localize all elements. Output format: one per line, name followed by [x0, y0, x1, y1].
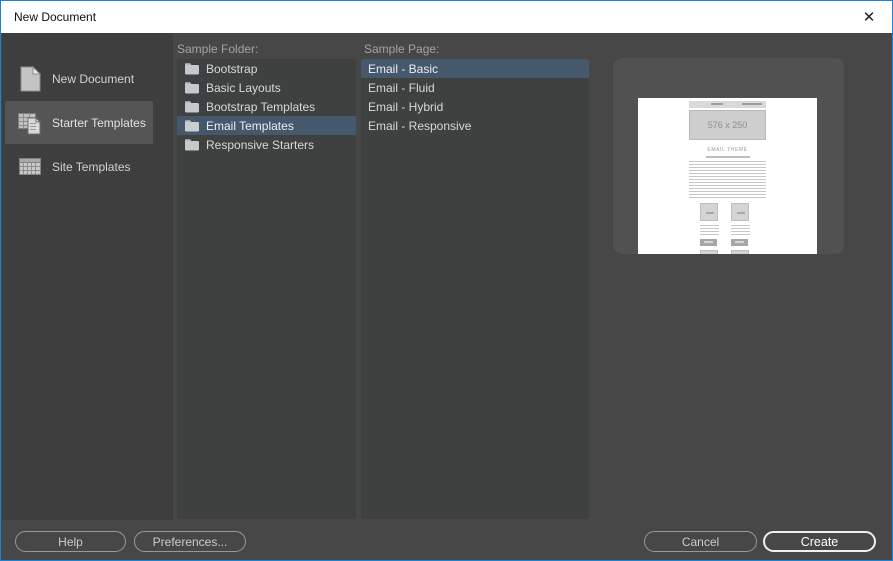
folder-row-label: Bootstrap [206, 62, 257, 76]
thumb-size-blob [737, 212, 745, 214]
thumb-button-text-blob [735, 241, 744, 243]
folder-row-responsive-starters[interactable]: Responsive Starters [177, 135, 356, 154]
page-row-email-responsive[interactable]: Email - Responsive [361, 116, 589, 135]
folder-icon [184, 138, 199, 151]
sidebar-item-label: Starter Templates [52, 116, 146, 130]
folder-row-basic-layouts[interactable]: Basic Layouts [177, 78, 356, 97]
page-row-label: Email - Fluid [368, 81, 435, 95]
starter-templates-icon [17, 109, 44, 137]
sidebar-item-site-templates[interactable]: Site Templates [5, 145, 153, 188]
thumb-image-placeholder [700, 250, 718, 254]
folder-row-label: Basic Layouts [206, 81, 281, 95]
folder-icon [184, 81, 199, 94]
sidebar-item-starter-templates[interactable]: Starter Templates [5, 101, 153, 144]
thumb-caption-lines [731, 225, 750, 237]
titlebar: New Document ✕ [1, 1, 892, 33]
thumb-link-blob [742, 103, 762, 105]
sidebar-item-label: New Document [52, 72, 134, 86]
folder-row-email-templates[interactable]: Email Templates [177, 116, 356, 135]
page-row-email-basic[interactable]: Email - Basic [361, 59, 589, 78]
template-preview-panel: 576 x 250 EMAIL THEME [613, 58, 844, 254]
close-icon[interactable]: ✕ [846, 1, 892, 33]
sample-folder-label: Sample Folder: [177, 42, 258, 56]
cancel-button[interactable]: Cancel [644, 531, 757, 552]
page-row-label: Email - Hybrid [368, 100, 443, 114]
thumb-logo-blob [711, 103, 723, 105]
page-row-email-fluid[interactable]: Email - Fluid [361, 78, 589, 97]
thumb-tagline-blob [706, 156, 750, 158]
sample-page-label: Sample Page: [364, 42, 439, 56]
thumb-read-more-button [700, 239, 717, 246]
thumb-hero-placeholder: 576 x 250 [689, 110, 766, 140]
folder-icon [184, 119, 199, 132]
thumb-image-placeholder [731, 203, 749, 221]
email-preview-thumbnail: 576 x 250 EMAIL THEME [638, 98, 817, 254]
thumb-paragraph-lines [689, 161, 766, 199]
sidebar-item-label: Site Templates [52, 160, 131, 174]
thumb-image-placeholder [700, 203, 718, 221]
page-row-label: Email - Responsive [368, 119, 471, 133]
page-row-label: Email - Basic [368, 62, 438, 76]
thumb-header-bar [689, 101, 766, 108]
folder-row-bootstrap[interactable]: Bootstrap [177, 59, 356, 78]
new-document-dialog: New Document ✕ New Document [0, 0, 893, 561]
thumb-read-more-button [731, 239, 748, 246]
thumb-button-text-blob [704, 241, 713, 243]
thumb-theme-title: EMAIL THEME [638, 147, 817, 153]
help-button[interactable]: Help [15, 531, 126, 552]
blank-page-icon [17, 65, 44, 93]
folder-icon [184, 62, 199, 75]
folder-row-label: Email Templates [206, 119, 294, 133]
thumb-caption-lines [700, 225, 719, 237]
folder-row-bootstrap-templates[interactable]: Bootstrap Templates [177, 97, 356, 116]
preferences-button[interactable]: Preferences... [134, 531, 246, 552]
thumb-image-placeholder [731, 250, 749, 254]
thumb-columns [638, 203, 817, 254]
page-row-email-hybrid[interactable]: Email - Hybrid [361, 97, 589, 116]
folder-icon [184, 100, 199, 113]
folder-row-label: Responsive Starters [206, 138, 314, 152]
category-sidebar: New Document Starter Templates [2, 33, 173, 520]
folder-row-label: Bootstrap Templates [206, 100, 315, 114]
dialog-title: New Document [14, 10, 96, 24]
sample-folder-list: Bootstrap Basic Layouts Bootstrap Templa… [177, 59, 356, 519]
create-button[interactable]: Create [763, 531, 876, 552]
thumb-size-blob [706, 212, 714, 214]
sidebar-item-new-document[interactable]: New Document [5, 57, 153, 100]
sample-page-list: Email - Basic Email - Fluid Email - Hybr… [361, 59, 589, 519]
grid-table-icon [17, 153, 44, 181]
